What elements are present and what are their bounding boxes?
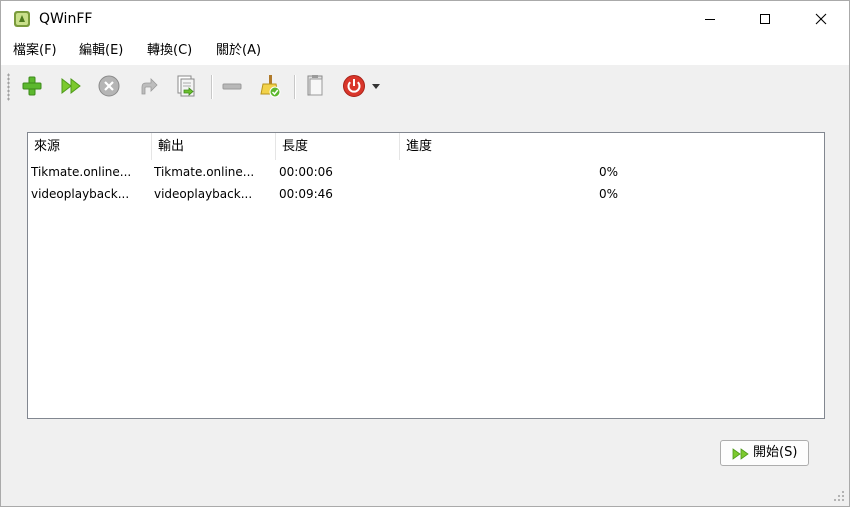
- conversion-list[interactable]: 來源 輸出 長度 進度 Tikmate.online... Tikmate.on…: [27, 132, 825, 419]
- paste-icon: [307, 75, 323, 96]
- maximize-button[interactable]: [742, 1, 788, 37]
- table-row[interactable]: videoplayback... videoplayback... 00:09:…: [28, 183, 824, 205]
- menu-convert[interactable]: 轉換(C): [145, 41, 194, 61]
- convert-icon: [61, 77, 81, 95]
- toolbar: [1, 65, 849, 109]
- output-folder-icon: [177, 75, 195, 97]
- menu-file[interactable]: 檔案(F): [11, 41, 59, 61]
- column-header-output[interactable]: 輸出: [152, 133, 276, 160]
- column-header-progress[interactable]: 進度: [400, 133, 824, 160]
- row-output: Tikmate.online...: [154, 165, 255, 179]
- paste-button[interactable]: [300, 71, 330, 101]
- resize-grip-icon[interactable]: [833, 490, 845, 502]
- clear-list-button[interactable]: [255, 71, 285, 101]
- list-header: 來源 輸出 長度 進度: [28, 133, 824, 160]
- row-progress: 0%: [599, 187, 619, 201]
- row-duration: 00:00:06: [279, 165, 333, 179]
- window-title: QWinFF: [39, 11, 93, 27]
- toolbar-separator: [294, 75, 296, 99]
- column-header-duration[interactable]: 長度: [276, 133, 400, 160]
- output-folder-button[interactable]: [171, 71, 201, 101]
- power-options-button[interactable]: [339, 71, 369, 101]
- toolbar-grip[interactable]: [7, 73, 10, 101]
- add-file-button[interactable]: [17, 71, 47, 101]
- remove-icon: [222, 83, 242, 90]
- menu-edit[interactable]: 編輯(E): [77, 41, 125, 61]
- qwinff-logo-icon: [14, 11, 30, 27]
- start-convert-icon: [732, 448, 749, 460]
- stop-button[interactable]: [94, 71, 124, 101]
- remove-button[interactable]: [217, 71, 247, 101]
- maximize-icon: [760, 14, 770, 24]
- toolbar-separator: [211, 75, 213, 99]
- stop-icon: [98, 75, 120, 97]
- redo-button[interactable]: [133, 71, 163, 101]
- minimize-icon: [705, 19, 715, 20]
- row-source: videoplayback...: [31, 187, 130, 201]
- power-dropdown-button[interactable]: [369, 71, 383, 101]
- row-output: videoplayback...: [154, 187, 253, 201]
- app-window: QWinFF 檔案(F) 編輯(E) 轉換(C) 關於(A) 來源 輸出 長度 …: [0, 0, 850, 507]
- column-header-source[interactable]: 來源: [28, 133, 152, 160]
- row-progress: 0%: [599, 165, 619, 179]
- minimize-button[interactable]: [687, 1, 733, 37]
- table-row[interactable]: Tikmate.online... Tikmate.online... 00:0…: [28, 161, 824, 183]
- menu-bar: 檔案(F) 編輯(E) 轉換(C) 關於(A): [1, 37, 849, 65]
- close-button[interactable]: [798, 1, 844, 37]
- title-bar: QWinFF: [1, 1, 849, 37]
- start-convert-button[interactable]: [56, 71, 86, 101]
- close-icon: [815, 13, 827, 25]
- clear-list-icon: [260, 75, 281, 98]
- redo-icon: [141, 78, 158, 95]
- row-duration: 00:09:46: [279, 187, 333, 201]
- dropdown-arrow-icon: [372, 84, 380, 89]
- add-icon: [22, 76, 42, 96]
- menu-about[interactable]: 關於(A): [214, 41, 263, 61]
- start-button[interactable]: 開始(S): [720, 440, 809, 466]
- start-button-label: 開始(S): [753, 445, 798, 460]
- power-icon: [343, 75, 365, 97]
- row-source: Tikmate.online...: [31, 165, 132, 179]
